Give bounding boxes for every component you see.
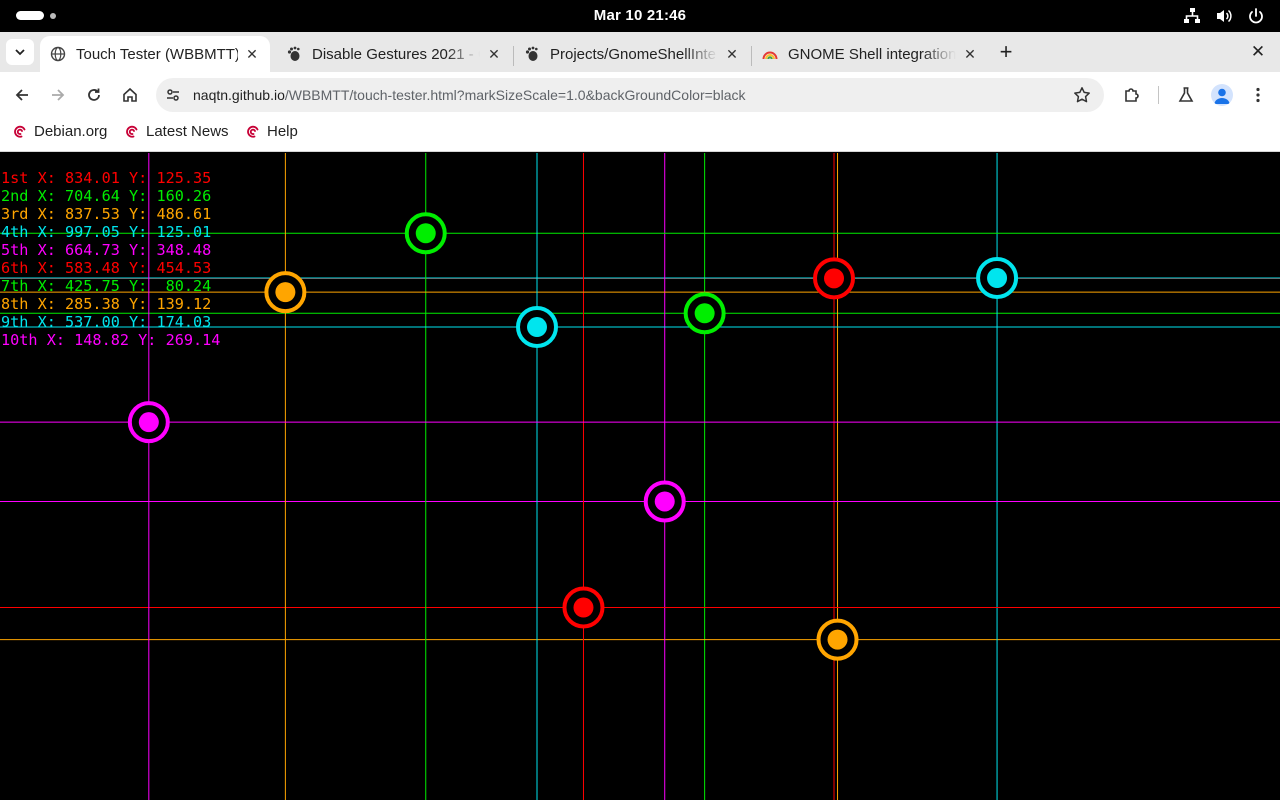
system-tray[interactable] — [1182, 6, 1266, 26]
debian-swirl-icon — [124, 124, 140, 140]
reload-icon — [88, 88, 100, 101]
extensions-button[interactable] — [1118, 81, 1146, 109]
globe-icon — [50, 46, 66, 62]
touch-readout-1: 1st X: 834.01 Y: 125.35 — [1, 169, 212, 187]
tab-title: Disable Gestures 2021 - G — [312, 45, 480, 63]
url-path: /WBBMTT/touch-tester.html?markSizeScale=… — [284, 87, 746, 103]
touch-readout-10: 10th X: 148.82 Y: 269.14 — [1, 331, 221, 349]
debian-swirl-icon — [12, 124, 28, 140]
url-host: naqtn.github.io — [193, 87, 285, 103]
kebab-menu-icon — [1256, 87, 1260, 103]
bookmarks-bar: Debian.org Latest News Help — [0, 118, 1280, 152]
home-icon — [123, 87, 137, 102]
bookmark-help[interactable]: Help — [245, 123, 298, 140]
close-tab-icon[interactable]: ✕ — [962, 46, 978, 62]
reload-button[interactable] — [80, 81, 108, 109]
close-icon: ✕ — [1250, 42, 1266, 61]
arrow-left-icon — [15, 89, 28, 101]
bookmark-label: Debian.org — [34, 123, 108, 140]
touch-3-dot — [827, 629, 848, 650]
touch-7-dot — [415, 223, 436, 244]
touch-readout-3: 3rd X: 837.53 Y: 486.61 — [1, 205, 212, 223]
touch-readout-2: 2nd X: 704.64 Y: 160.26 — [1, 187, 212, 205]
touch-readout-7: 7th X: 425.75 Y: 80.24 — [1, 277, 212, 295]
touch-6-dot — [573, 597, 594, 618]
chevron-down-icon — [15, 49, 25, 56]
touch-readout-9: 9th X: 537.00 Y: 174.03 — [1, 313, 212, 331]
new-tab-button[interactable]: + — [994, 39, 1018, 64]
site-info-icon[interactable] — [164, 86, 182, 104]
arrow-right-icon — [52, 89, 65, 101]
menu-button[interactable] — [1244, 81, 1272, 109]
debian-swirl-icon — [245, 124, 261, 140]
gnome-top-bar: Mar 10 21:46 — [0, 0, 1280, 32]
touch-1-dot — [824, 268, 845, 289]
network-icon — [1182, 6, 1202, 26]
activities-indicator[interactable] — [16, 11, 56, 20]
bookmark-latest-news[interactable]: Latest News — [124, 123, 229, 140]
workspace-dot — [50, 12, 56, 19]
bookmark-label: Latest News — [146, 123, 229, 140]
power-icon — [1246, 6, 1266, 26]
touch-2-dot — [694, 303, 715, 324]
labs-button[interactable] — [1172, 81, 1200, 109]
person-icon — [1214, 88, 1230, 104]
tab-title: Projects/GnomeShellInte — [550, 45, 716, 63]
workspace-active-pill — [16, 11, 44, 20]
touch-readout-6: 6th X: 583.48 Y: 454.53 — [1, 259, 212, 277]
clock[interactable]: Mar 10 21:46 — [594, 7, 686, 24]
rainbow-icon — [762, 46, 778, 62]
close-tab-icon[interactable]: ✕ — [244, 46, 260, 62]
gnome-foot-icon — [286, 46, 302, 62]
forward-button[interactable] — [44, 81, 72, 109]
touch-readout-5: 5th X: 664.73 Y: 348.48 — [1, 241, 212, 259]
touch-readout-8: 8th X: 285.38 Y: 139.12 — [1, 295, 212, 313]
toolbar-divider — [1158, 86, 1159, 104]
tab-projects-gnome-shell[interactable]: Projects/GnomeShellInte ✕ — [514, 36, 750, 72]
tab-touch-tester[interactable]: Touch Tester (WBBMTT) ✕ — [40, 36, 270, 72]
touch-4-dot — [987, 268, 1008, 289]
gnome-foot-icon — [524, 46, 540, 62]
touch-readouts: 1st X: 834.01 Y: 125.35 2nd X: 704.64 Y: … — [1, 169, 220, 349]
home-button[interactable] — [116, 81, 144, 109]
close-window-button[interactable]: ✕ — [1246, 40, 1270, 64]
back-button[interactable] — [8, 81, 36, 109]
touch-9-dot — [527, 317, 547, 338]
bookmark-label: Help — [267, 123, 298, 140]
close-tab-icon[interactable]: ✕ — [724, 46, 740, 62]
tab-strip: Touch Tester (WBBMTT) ✕ Disable Gestures… — [0, 32, 1280, 72]
close-tab-icon[interactable]: ✕ — [486, 46, 502, 62]
touch-10-dot — [138, 412, 159, 433]
touch-canvas[interactable]: 1st X: 834.01 Y: 125.35 2nd X: 704.64 Y: … — [0, 153, 1280, 800]
profile-avatar[interactable] — [1211, 84, 1233, 106]
touch-readout-4: 4th X: 997.05 Y: 125.01 — [1, 223, 212, 241]
url-text[interactable]: naqtn.github.io/WBBMTT/touch-tester.html… — [193, 87, 746, 103]
bookmark-star-icon[interactable] — [1072, 85, 1092, 105]
puzzle-icon — [1125, 88, 1139, 102]
tab-title: GNOME Shell integration — [788, 45, 956, 63]
bookmark-debian-org[interactable]: Debian.org — [12, 123, 107, 140]
touch-5-dot — [654, 491, 675, 512]
tab-title: Touch Tester (WBBMTT) — [76, 45, 238, 63]
tab-disable-gestures[interactable]: Disable Gestures 2021 - G ✕ — [276, 36, 512, 72]
touch-8-dot — [275, 282, 296, 303]
plus-icon: + — [999, 39, 1013, 64]
tab-gnome-shell-integration[interactable]: GNOME Shell integration ✕ — [752, 36, 988, 72]
volume-icon — [1214, 6, 1234, 26]
flask-icon — [1178, 87, 1194, 102]
address-bar[interactable]: naqtn.github.io/WBBMTT/touch-tester.html… — [156, 78, 1104, 112]
tab-search-button[interactable] — [6, 39, 34, 65]
